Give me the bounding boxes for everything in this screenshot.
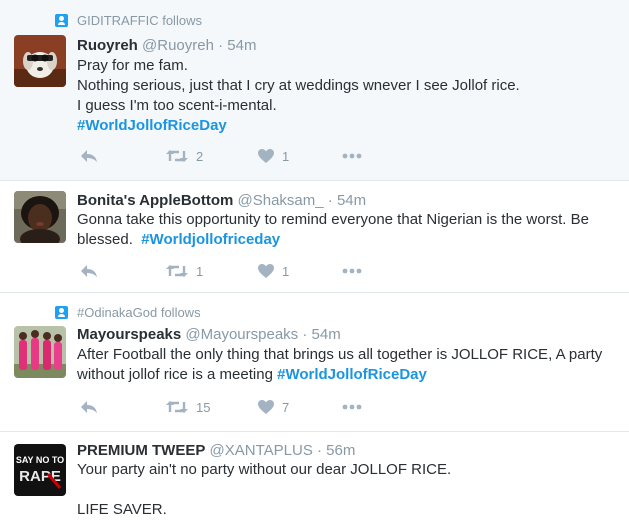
reply-button[interactable] xyxy=(80,146,98,166)
retweet-button[interactable]: 2 xyxy=(166,146,203,166)
avatar[interactable]: SAY NO TO RAPE xyxy=(14,444,66,496)
tweet-line: Nothing serious, just that I cry at wedd… xyxy=(77,77,520,94)
tweet-text: Your party ain't no party without our de… xyxy=(77,460,617,520)
reply-button[interactable] xyxy=(80,261,98,281)
user-handle[interactable]: @Shaksam_ xyxy=(238,192,324,209)
avatar[interactable] xyxy=(14,191,66,243)
heart-icon xyxy=(258,149,274,163)
reply-icon xyxy=(81,401,97,413)
reply-icon xyxy=(81,265,97,277)
tweet-line: blessed. xyxy=(77,231,133,248)
tweet[interactable]: Bonita's AppleBottom @Shaksam_ · 54m Gon… xyxy=(0,181,629,293)
user-handle[interactable]: @Ruoyreh xyxy=(142,37,214,54)
context-header: GIDITRAFFIC follows xyxy=(55,12,202,28)
like-button[interactable]: 1 xyxy=(258,261,289,281)
separator: · xyxy=(302,326,308,343)
context-header: #OdinakaGod follows xyxy=(55,304,201,320)
display-name[interactable]: PREMIUM TWEEP xyxy=(77,442,205,459)
separator: · xyxy=(317,442,322,459)
tweet-text: Gonna take this opportunity to remind ev… xyxy=(77,210,617,250)
retweet-icon xyxy=(166,401,188,413)
like-count: 7 xyxy=(282,399,290,415)
context-text: GIDITRAFFIC follows xyxy=(77,12,202,28)
retweet-count: 1 xyxy=(196,263,204,279)
retweet-icon xyxy=(166,150,188,162)
user-handle[interactable]: @Mayourspeaks xyxy=(185,326,298,343)
timestamp[interactable]: 54m xyxy=(227,37,256,54)
more-icon xyxy=(342,404,362,410)
retweet-button[interactable]: 1 xyxy=(166,261,203,281)
hashtag-link[interactable]: #WorldJollofRiceDay xyxy=(77,117,227,134)
timeline: GIDITRAFFIC follows Ruoyreh @Ruoyreh · 5… xyxy=(0,0,629,522)
tweet-line: Your party ain't no party without our de… xyxy=(77,461,452,478)
timestamp[interactable]: 54m xyxy=(312,326,341,343)
tweet-header: PREMIUM TWEEP @XANTAPLUS · 56m xyxy=(77,442,355,459)
avatar-text-top: SAY NO TO xyxy=(16,455,64,465)
tweet-line: Pray for me fam. xyxy=(77,57,188,74)
display-name[interactable]: Bonita's AppleBottom xyxy=(77,192,233,209)
tweet-actions: 2 1 xyxy=(77,146,397,166)
more-icon xyxy=(342,153,362,159)
follow-badge-icon xyxy=(55,305,68,319)
follow-badge-icon xyxy=(55,13,68,27)
tweet[interactable]: SAY NO TO RAPE PREMIUM TWEEP @XANTAPLUS … xyxy=(0,432,629,522)
retweet-count: 15 xyxy=(196,399,211,415)
more-icon xyxy=(342,268,362,274)
timestamp[interactable]: 56m xyxy=(326,442,355,459)
avatar[interactable] xyxy=(14,326,66,378)
reply-icon xyxy=(81,150,97,162)
like-button[interactable]: 1 xyxy=(258,146,289,166)
tweet-text: Pray for me fam. Nothing serious, just t… xyxy=(77,56,617,136)
retweet-icon xyxy=(166,265,188,277)
tweet-line: without jollof rice is a meeting xyxy=(77,366,273,383)
tweet-header: Bonita's AppleBottom @Shaksam_ · 54m xyxy=(77,192,366,209)
tweet-line: After Football the only thing that bring… xyxy=(77,346,603,363)
tweet-line: Gonna take this opportunity to remind ev… xyxy=(77,211,589,228)
retweet-count: 2 xyxy=(196,148,204,164)
tweet-line: LIFE SAVER. xyxy=(77,501,167,518)
heart-icon xyxy=(258,264,274,278)
tweet-actions: 1 1 xyxy=(77,261,397,281)
hashtag-link[interactable]: #WorldJollofRiceDay xyxy=(277,366,427,383)
tweet-text: After Football the only thing that bring… xyxy=(77,345,617,385)
context-text: #OdinakaGod follows xyxy=(77,304,201,320)
avatar[interactable] xyxy=(14,35,66,87)
display-name[interactable]: Mayourspeaks xyxy=(77,326,181,343)
like-count: 1 xyxy=(282,263,290,279)
tweet-header: Ruoyreh @Ruoyreh · 54m xyxy=(77,37,256,54)
more-button[interactable] xyxy=(342,146,362,166)
like-button[interactable]: 7 xyxy=(258,397,289,417)
user-handle[interactable]: @XANTAPLUS xyxy=(210,442,313,459)
tweet-header: Mayourspeaks @Mayourspeaks · 54m xyxy=(77,326,341,343)
retweet-button[interactable]: 15 xyxy=(166,397,210,417)
hashtag-link[interactable]: #Worldjollofriceday xyxy=(141,231,280,248)
tweet-line: I guess I'm too scent-i-mental. xyxy=(77,97,277,114)
heart-icon xyxy=(258,400,274,414)
more-button[interactable] xyxy=(342,261,362,281)
tweet[interactable]: #OdinakaGod follows Mayourspeaks @Mayour… xyxy=(0,293,629,432)
separator: · xyxy=(327,192,333,209)
more-button[interactable] xyxy=(342,397,362,417)
like-count: 1 xyxy=(282,148,290,164)
display-name[interactable]: Ruoyreh xyxy=(77,37,138,54)
separator: · xyxy=(218,37,224,54)
timestamp[interactable]: 54m xyxy=(337,192,366,209)
tweet-actions: 15 7 xyxy=(77,397,397,417)
reply-button[interactable] xyxy=(80,397,98,417)
tweet[interactable]: GIDITRAFFIC follows Ruoyreh @Ruoyreh · 5… xyxy=(0,0,629,181)
